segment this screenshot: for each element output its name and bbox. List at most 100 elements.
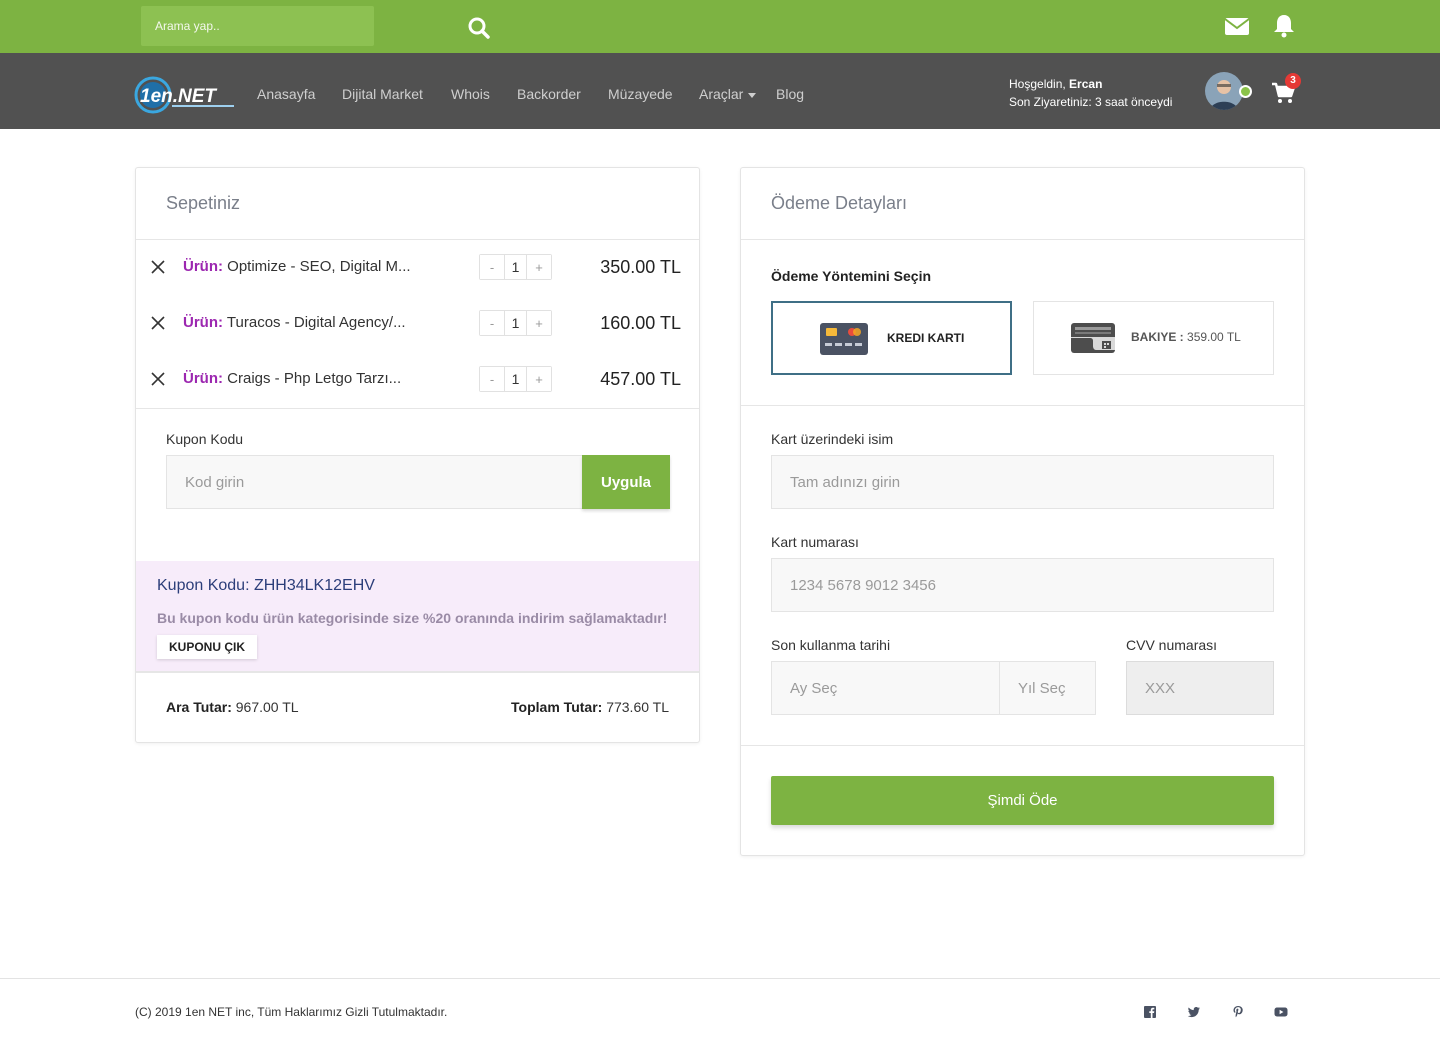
last-visit: Son Ziyaretiniz: 3 saat önceydi	[1009, 95, 1173, 109]
card-name-input[interactable]	[771, 455, 1274, 509]
item-title[interactable]: Optimize - SEO, Digital M...	[227, 258, 410, 275]
balance-label-text: BAKIYE :	[1131, 330, 1184, 344]
cart-item: Ürün: Craigs - Php Letgo Tarzı... - 1 + …	[136, 352, 699, 408]
facebook-icon[interactable]	[1143, 1005, 1157, 1019]
site-logo[interactable]: 1en.NET	[134, 76, 238, 114]
total: Toplam Tutar: 773.60 TL	[511, 699, 669, 715]
twitter-icon[interactable]	[1187, 1005, 1201, 1019]
applied-coupon-code: Kupon Kodu: ZHH34LK12EHV	[157, 577, 375, 594]
subtotal: Ara Tutar: 967.00 TL	[166, 699, 299, 715]
coupon-description: Bu kupon kodu ürün kategorisinde size %2…	[157, 610, 668, 626]
divider	[741, 745, 1304, 746]
logo-text: 1en.NET	[140, 86, 217, 107]
nav-backorder[interactable]: Backorder	[517, 86, 581, 102]
nav-anasayfa[interactable]: Anasayfa	[257, 86, 315, 102]
divider	[741, 405, 1304, 406]
item-label: Ürün:	[183, 258, 223, 275]
nav-blog[interactable]: Blog	[776, 86, 804, 102]
user-name[interactable]: Ercan	[1069, 77, 1102, 91]
bell-icon[interactable]	[1271, 13, 1297, 39]
qty-minus-button[interactable]: -	[480, 367, 504, 391]
remove-item-icon[interactable]	[150, 371, 166, 387]
item-price: 457.00 TL	[600, 369, 681, 389]
balance-amount: 359.00 TL	[1187, 330, 1241, 344]
remove-coupon-button[interactable]: KUPONU ÇIK	[157, 635, 258, 659]
cart-card: Sepetiniz Ürün: Optimize - SEO, Digital …	[135, 167, 700, 743]
credit-card-icon	[820, 323, 868, 355]
quantity-stepper: - 1 +	[479, 254, 552, 280]
divider	[741, 239, 1304, 240]
welcome-text: Hoşgeldin, Ercan Son Ziyaretiniz: 3 saat…	[1009, 75, 1172, 111]
nav-araclar[interactable]: Araçlar	[699, 86, 757, 102]
cvv-input[interactable]	[1126, 661, 1274, 715]
nav-dijital-market[interactable]: Dijital Market	[342, 86, 423, 102]
card-number-label: Kart numarası	[771, 534, 859, 550]
item-price: 160.00 TL	[600, 313, 681, 333]
online-status-icon	[1239, 85, 1252, 98]
total-value: 773.60 TL	[606, 699, 669, 715]
payment-method-credit-card[interactable]: KREDI KARTI	[771, 301, 1012, 375]
payment-method-balance[interactable]: BAKIYE : 359.00 TL	[1033, 301, 1274, 375]
apply-coupon-button[interactable]: Uygula	[582, 455, 670, 509]
nav-araclar-label: Araçlar	[699, 86, 744, 102]
avatar[interactable]	[1205, 72, 1243, 110]
subtotal-value: 967.00 TL	[235, 699, 299, 715]
cart-item: Ürün: Optimize - SEO, Digital M... - 1 +…	[136, 240, 699, 296]
card-number-input[interactable]	[771, 558, 1274, 612]
envelope-icon[interactable]	[1224, 13, 1250, 39]
payment-title: Ödeme Detayları	[771, 193, 908, 213]
top-bar	[0, 0, 1440, 53]
item-name: Ürün: Turacos - Digital Agency/...	[183, 314, 406, 331]
divider	[136, 408, 699, 409]
qty-value[interactable]: 1	[504, 311, 527, 335]
chevron-down-icon	[748, 92, 757, 98]
copyright-text: (C) 2019 1en NET inc, Tüm Haklarımız Giz…	[135, 1005, 448, 1019]
remove-item-icon[interactable]	[150, 315, 166, 331]
quantity-stepper: - 1 +	[479, 366, 552, 392]
remove-item-icon[interactable]	[150, 259, 166, 275]
balance-label: BAKIYE : 359.00 TL	[1131, 330, 1241, 344]
expiry-label: Son kullanma tarihi	[771, 637, 891, 653]
cart-item: Ürün: Turacos - Digital Agency/... - 1 +…	[136, 296, 699, 352]
item-title[interactable]: Turacos - Digital Agency/...	[227, 314, 406, 331]
cart-count-badge: 3	[1285, 73, 1301, 89]
search-icon	[468, 17, 490, 39]
total-label: Toplam Tutar:	[511, 699, 603, 715]
qty-value[interactable]: 1	[504, 367, 527, 391]
nav-whois[interactable]: Whois	[451, 86, 490, 102]
payment-card: Ödeme Detayları Ödeme Yöntemini Seçin KR…	[740, 167, 1305, 856]
wallet-icon	[1071, 323, 1115, 353]
youtube-icon[interactable]	[1274, 1005, 1288, 1019]
item-price: 350.00 TL	[600, 257, 681, 277]
expiry-month-select[interactable]	[771, 661, 1000, 715]
qty-minus-button[interactable]: -	[480, 311, 504, 335]
card-name-label: Kart üzerindeki isim	[771, 431, 894, 447]
qty-plus-button[interactable]: +	[527, 255, 551, 279]
item-label: Ürün:	[183, 314, 223, 331]
cart-title: Sepetiniz	[166, 193, 241, 213]
item-name: Ürün: Optimize - SEO, Digital M...	[183, 258, 411, 275]
qty-value[interactable]: 1	[504, 255, 527, 279]
expiry-year-select[interactable]	[999, 661, 1096, 715]
qty-minus-button[interactable]: -	[480, 255, 504, 279]
nav-muzayede[interactable]: Müzayede	[608, 86, 673, 102]
qty-plus-button[interactable]: +	[527, 367, 551, 391]
search-button[interactable]	[467, 16, 491, 40]
welcome-prefix: Hoşgeldin,	[1009, 77, 1066, 91]
quantity-stepper: - 1 +	[479, 310, 552, 336]
credit-card-label: KREDI KARTI	[887, 331, 965, 345]
coupon-label: Kupon Kodu	[166, 431, 244, 447]
pinterest-icon[interactable]	[1231, 1005, 1245, 1019]
search-input[interactable]	[141, 6, 321, 46]
item-name: Ürün: Craigs - Php Letgo Tarzı...	[183, 370, 401, 387]
item-title[interactable]: Craigs - Php Letgo Tarzı...	[227, 370, 401, 387]
cvv-label: CVV numarası	[1126, 637, 1218, 653]
coupon-input[interactable]	[166, 455, 583, 509]
qty-plus-button[interactable]: +	[527, 311, 551, 335]
subtotal-label: Ara Tutar:	[166, 699, 232, 715]
footer-divider	[0, 978, 1440, 979]
avatar-image	[1205, 72, 1243, 110]
pay-now-button[interactable]: Şimdi Öde	[771, 776, 1274, 825]
payment-method-title: Ödeme Yöntemini Seçin	[771, 268, 932, 284]
applied-coupon-box: Kupon Kodu: ZHH34LK12EHV Bu kupon kodu ü…	[136, 561, 699, 673]
